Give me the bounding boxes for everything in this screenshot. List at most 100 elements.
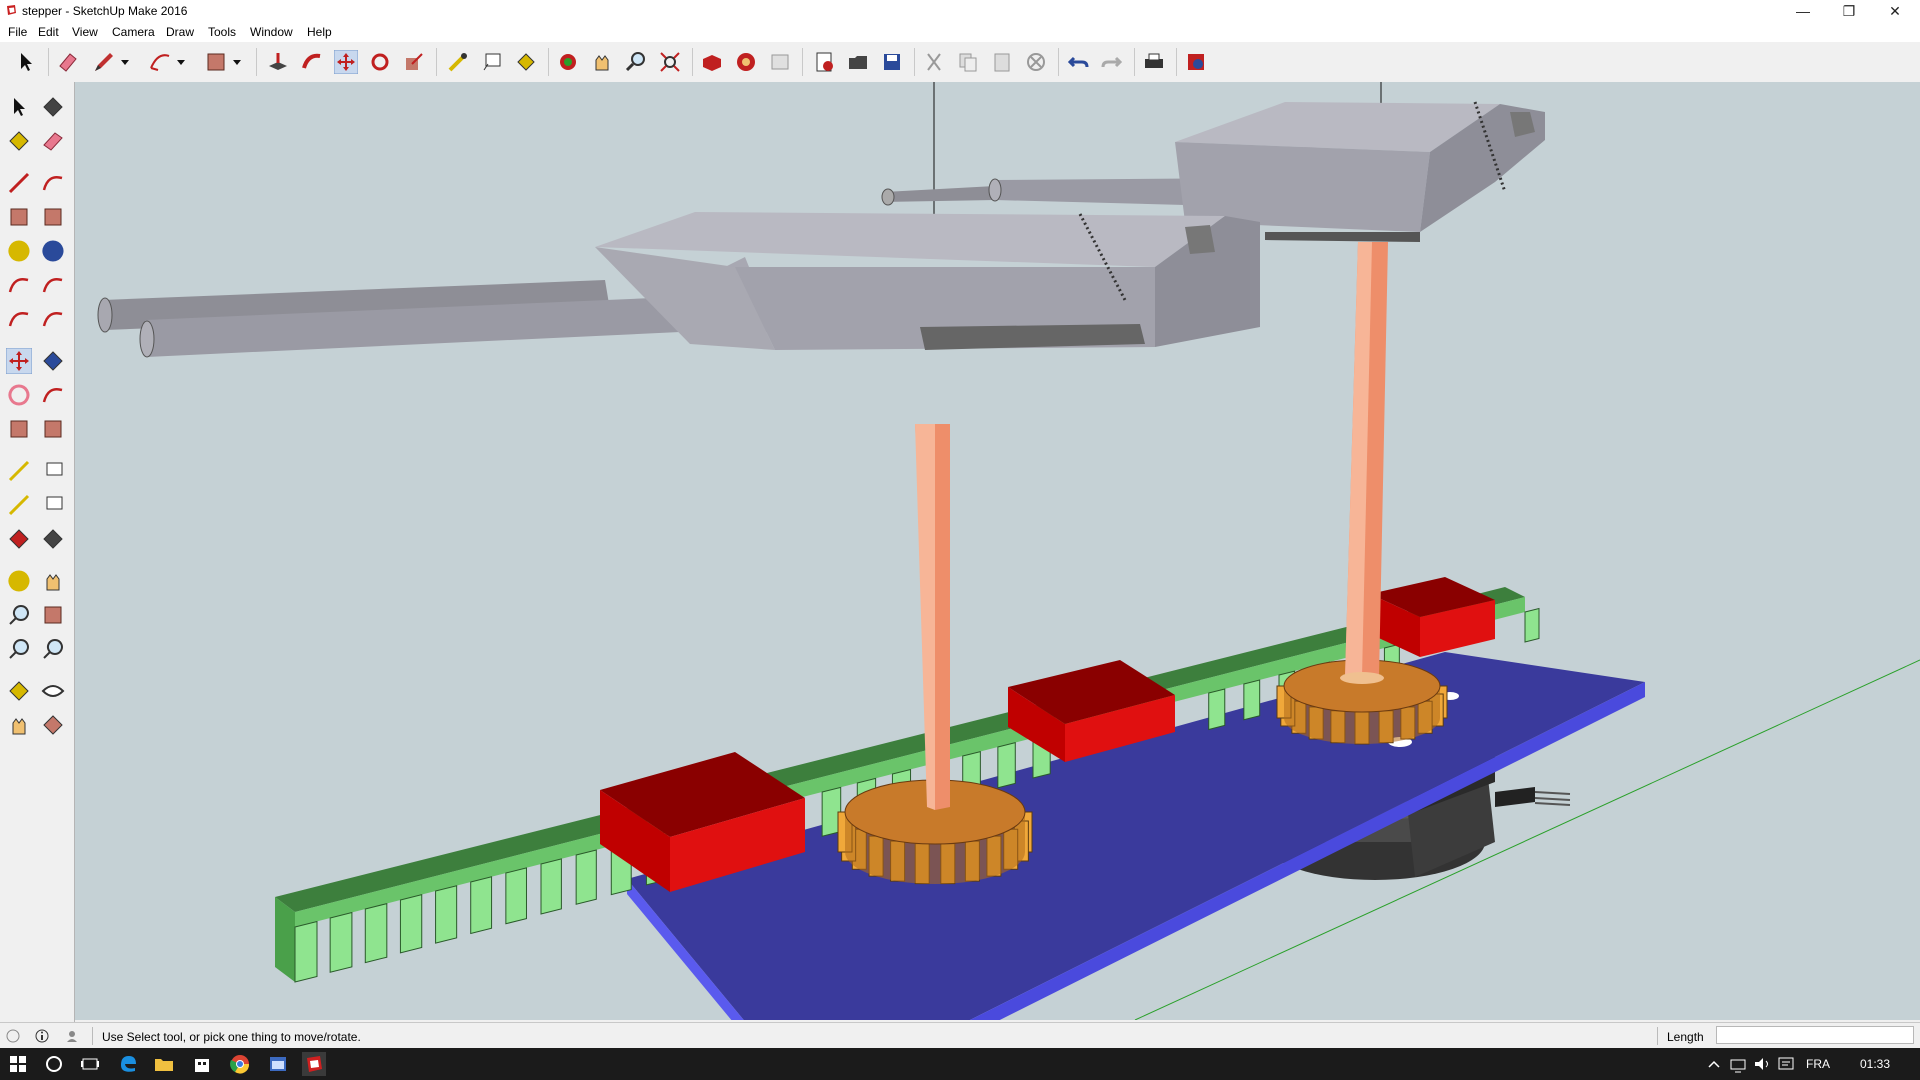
undo-icon[interactable] (1066, 50, 1090, 74)
scale-icon[interactable] (6, 416, 32, 442)
model-scene[interactable] (75, 82, 1920, 1020)
tray-chevron-icon[interactable] (1706, 1052, 1722, 1076)
menu-tools[interactable]: Tools (208, 25, 236, 39)
layout-icon[interactable] (768, 50, 792, 74)
model-info-icon[interactable] (1184, 50, 1208, 74)
restore-button[interactable]: ❐ (1826, 0, 1872, 22)
input-language[interactable]: FRA (1806, 1057, 1830, 1071)
rotate-icon[interactable] (368, 50, 392, 74)
tape-measure-icon[interactable] (6, 458, 32, 484)
menu-window[interactable]: Window (250, 25, 293, 39)
look-around-icon[interactable] (40, 678, 66, 704)
freehand-icon[interactable] (40, 170, 66, 196)
zoom-extents-icon[interactable] (658, 50, 682, 74)
erase-icon[interactable] (1024, 50, 1048, 74)
dropdown-icon[interactable] (118, 50, 132, 74)
edge-icon[interactable] (116, 1052, 140, 1076)
new-icon[interactable] (812, 50, 836, 74)
extension-warehouse-icon[interactable] (734, 50, 758, 74)
task-view-icon[interactable] (78, 1052, 102, 1076)
pan-icon[interactable] (40, 568, 66, 594)
protractor-icon[interactable] (6, 492, 32, 518)
scale-icon[interactable] (402, 50, 426, 74)
rotated-rectangle-icon[interactable] (40, 204, 66, 230)
redo-icon[interactable] (1100, 50, 1124, 74)
measurements-box[interactable] (1716, 1026, 1914, 1044)
follow-me-icon[interactable] (300, 50, 324, 74)
store-icon[interactable] (190, 1052, 214, 1076)
file-explorer-icon[interactable] (152, 1052, 176, 1076)
dropdown-icon[interactable] (230, 50, 244, 74)
sketchup-icon[interactable] (302, 1052, 326, 1076)
select-icon[interactable] (14, 50, 38, 74)
app-window-icon[interactable] (266, 1052, 290, 1076)
pie-icon[interactable] (40, 306, 66, 332)
pencil-icon[interactable] (92, 50, 116, 74)
user-account-icon[interactable] (64, 1028, 80, 1044)
move-icon[interactable] (334, 50, 358, 74)
circle-icon[interactable] (6, 238, 32, 264)
chrome-icon[interactable] (228, 1052, 252, 1076)
walk-icon[interactable] (6, 712, 32, 738)
select-icon[interactable] (6, 94, 32, 120)
windows-start-icon[interactable] (6, 1052, 30, 1076)
eraser-icon[interactable] (40, 128, 66, 154)
arc-icon[interactable] (6, 272, 32, 298)
tape-measure-icon[interactable] (446, 50, 470, 74)
zoom-icon[interactable] (624, 50, 648, 74)
orbit-icon[interactable] (6, 568, 32, 594)
push-pull-icon[interactable] (40, 348, 66, 374)
make-component-icon[interactable] (40, 94, 66, 120)
cut-icon[interactable] (922, 50, 946, 74)
volume-icon[interactable] (1752, 1052, 1772, 1076)
print-icon[interactable] (1142, 50, 1166, 74)
menu-file[interactable]: File (8, 25, 27, 39)
menu-camera[interactable]: Camera (112, 25, 155, 39)
notification-icon[interactable] (1776, 1052, 1796, 1076)
follow-me-icon[interactable] (40, 382, 66, 408)
menu-help[interactable]: Help (307, 25, 332, 39)
open-icon[interactable] (846, 50, 870, 74)
paint-bucket-icon[interactable] (6, 128, 32, 154)
copy-icon[interactable] (956, 50, 980, 74)
pan-icon[interactable] (590, 50, 614, 74)
network-icon[interactable] (1728, 1052, 1748, 1076)
save-icon[interactable] (880, 50, 904, 74)
3d-text-icon[interactable] (40, 526, 66, 552)
push-pull-icon[interactable] (266, 50, 290, 74)
info-icon[interactable] (34, 1028, 50, 1044)
dimension-icon[interactable] (40, 458, 66, 484)
offset-icon[interactable] (40, 416, 66, 442)
orbit-icon[interactable] (556, 50, 580, 74)
geo-location-icon[interactable] (5, 1028, 21, 1044)
eraser-icon[interactable] (56, 50, 80, 74)
3d-warehouse-icon[interactable] (700, 50, 724, 74)
axes-icon[interactable] (6, 526, 32, 552)
text-icon[interactable] (480, 50, 504, 74)
section-plane-icon[interactable] (40, 712, 66, 738)
cortana-search-icon[interactable] (42, 1052, 66, 1076)
zoom-extents-icon[interactable] (6, 636, 32, 662)
rotate-icon[interactable] (6, 382, 32, 408)
zoom-icon[interactable] (6, 602, 32, 628)
minimize-button[interactable]: — (1780, 0, 1826, 22)
gun-turret-1[interactable] (97, 212, 1260, 358)
3-point-arc-icon[interactable] (6, 306, 32, 332)
paste-icon[interactable] (990, 50, 1014, 74)
position-camera-icon[interactable] (6, 678, 32, 704)
clock[interactable]: 01:33 (1860, 1057, 1890, 1071)
polygon-icon[interactable] (40, 238, 66, 264)
menu-draw[interactable]: Draw (166, 25, 194, 39)
rectangle-icon[interactable] (204, 50, 228, 74)
menu-view[interactable]: View (72, 25, 98, 39)
rectangle-icon[interactable] (6, 204, 32, 230)
text-icon[interactable] (40, 492, 66, 518)
drawing-area[interactable] (75, 82, 1920, 1020)
dropdown-icon[interactable] (174, 50, 188, 74)
zoom-window-icon[interactable] (40, 602, 66, 628)
line-icon[interactable] (6, 170, 32, 196)
2-point-arc-icon[interactable] (40, 272, 66, 298)
move-icon[interactable] (6, 348, 32, 374)
paint-bucket-icon[interactable] (514, 50, 538, 74)
arc-icon[interactable] (148, 50, 172, 74)
